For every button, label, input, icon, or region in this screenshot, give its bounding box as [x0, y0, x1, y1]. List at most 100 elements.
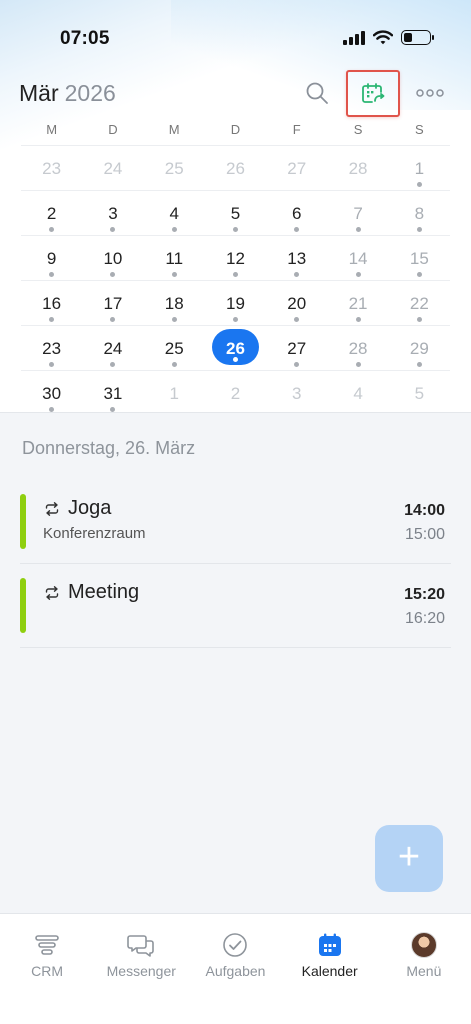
year-label: 2026: [64, 80, 116, 106]
calendar-day[interactable]: 4: [327, 371, 388, 416]
calendar-week: 30 31 1 2 3 4 5: [21, 370, 450, 415]
event-dot: [355, 272, 361, 277]
month-title[interactable]: Mär 2026: [19, 80, 116, 107]
calendar-day[interactable]: 13: [266, 236, 327, 281]
tab-crm[interactable]: CRM: [0, 914, 94, 1024]
event-item[interactable]: Joga Konferenzraum 14:00 15:00: [20, 480, 451, 564]
calendar-icon: [316, 931, 344, 959]
calendar-day[interactable]: 9: [21, 236, 82, 281]
event-dot: [294, 362, 300, 367]
event-dot: [294, 227, 300, 232]
repeat-icon: [45, 502, 59, 516]
calendar-day[interactable]: 19: [205, 281, 266, 326]
wifi-icon: [373, 30, 393, 45]
event-item[interactable]: Meeting 15:20 16:20: [20, 564, 451, 648]
calendar-day[interactable]: 1: [144, 371, 205, 416]
event-title: Joga: [68, 497, 112, 519]
tab-aufgaben[interactable]: Aufgaben: [188, 914, 282, 1024]
calendar-day[interactable]: 1: [389, 146, 450, 191]
event-location: Konferenzraum: [43, 525, 146, 542]
tab-label: CRM: [31, 963, 64, 979]
calendar-day[interactable]: 28: [327, 146, 388, 191]
calendar-day[interactable]: 8: [389, 191, 450, 236]
weekday-label: F: [292, 122, 301, 137]
calendar-day[interactable]: 28: [327, 326, 388, 371]
calendar-day[interactable]: 18: [144, 281, 205, 326]
event-dot: [49, 362, 55, 367]
calendar-day[interactable]: 10: [82, 236, 143, 281]
status-bar: 07:05: [0, 0, 471, 78]
calendar-day[interactable]: 30: [21, 371, 82, 416]
event-dot: [232, 357, 238, 362]
calendar-day[interactable]: 23: [21, 146, 82, 191]
event-dot: [49, 407, 55, 412]
battery-icon: [401, 30, 434, 45]
calendar-day[interactable]: 15: [389, 236, 450, 281]
chat-bubbles-icon: [127, 931, 155, 959]
calendar-day[interactable]: 31: [82, 371, 143, 416]
event-color-bar: [20, 494, 26, 549]
calendar-day[interactable]: 24: [82, 326, 143, 371]
calendar-day[interactable]: 3: [82, 191, 143, 236]
event-dot: [49, 227, 55, 232]
event-color-bar: [20, 578, 26, 633]
calendar-day[interactable]: 2: [205, 371, 266, 416]
user-avatar: [410, 932, 437, 958]
calendar-sync-button[interactable]: [346, 70, 400, 117]
event-dot: [110, 362, 116, 367]
tab-menu[interactable]: Menü: [377, 914, 471, 1024]
calendar-day[interactable]: 29: [389, 326, 450, 371]
calendar-day[interactable]: 6: [266, 191, 327, 236]
calendar-day[interactable]: 5: [205, 191, 266, 236]
tab-messenger[interactable]: Messenger: [94, 914, 188, 1024]
calendar-day[interactable]: 22: [389, 281, 450, 326]
calendar-day[interactable]: 4: [144, 191, 205, 236]
calendar-day[interactable]: 2: [21, 191, 82, 236]
more-options-button[interactable]: [410, 76, 450, 110]
event-dot: [171, 227, 177, 232]
event-dot: [416, 362, 422, 367]
event-dot: [110, 317, 116, 322]
event-dot: [416, 182, 422, 187]
event-dot: [110, 272, 116, 277]
weekday-label: M: [46, 122, 58, 137]
calendar-day[interactable]: 26: [205, 146, 266, 191]
event-start-time: 15:20: [404, 586, 445, 603]
event-end-time: 16:20: [404, 610, 445, 627]
bottom-tab-bar: CRM Messenger Aufgaben Kalender Menü: [0, 913, 471, 1024]
calendar-day[interactable]: 17: [82, 281, 143, 326]
event-dot: [294, 272, 300, 277]
add-event-button[interactable]: +: [375, 825, 443, 892]
tab-kalender[interactable]: Kalender: [283, 914, 377, 1024]
calendar-day[interactable]: 20: [266, 281, 327, 326]
calendar-day[interactable]: 14: [327, 236, 388, 281]
event-dot: [294, 317, 300, 322]
calendar-day-selected[interactable]: 26: [205, 326, 266, 371]
calendar-day[interactable]: 27: [266, 146, 327, 191]
weekday-label: S: [353, 122, 363, 137]
calendar-day[interactable]: 25: [144, 326, 205, 371]
calendar-day[interactable]: 27: [266, 326, 327, 371]
calendar-day[interactable]: 7: [327, 191, 388, 236]
calendar-day[interactable]: 11: [144, 236, 205, 281]
repeat-icon: [45, 586, 59, 600]
calendar-day[interactable]: 5: [389, 371, 450, 416]
calendar-header: Mär 2026: [0, 70, 471, 117]
event-dot: [355, 362, 361, 367]
calendar-day[interactable]: 3: [266, 371, 327, 416]
tab-label: Kalender: [301, 963, 358, 979]
month-grid: 23 24 25 26 27 28 1 2 3 4 5 6 7 8 9 10 1…: [21, 145, 450, 415]
calendar-day[interactable]: 25: [144, 146, 205, 191]
event-list: Joga Konferenzraum 14:00 15:00 Meeting 1…: [20, 480, 451, 648]
status-time: 07:05: [60, 28, 110, 49]
calendar-day[interactable]: 12: [205, 236, 266, 281]
calendar-day[interactable]: 24: [82, 146, 143, 191]
calendar-day[interactable]: 23: [21, 326, 82, 371]
search-button[interactable]: [300, 76, 334, 110]
event-dot: [49, 317, 55, 322]
calendar-week: 23 24 25 26 27 28 29: [21, 325, 450, 370]
weekday-label: D: [108, 122, 118, 137]
event-dot: [171, 362, 177, 367]
calendar-day[interactable]: 21: [327, 281, 388, 326]
calendar-day[interactable]: 16: [21, 281, 82, 326]
